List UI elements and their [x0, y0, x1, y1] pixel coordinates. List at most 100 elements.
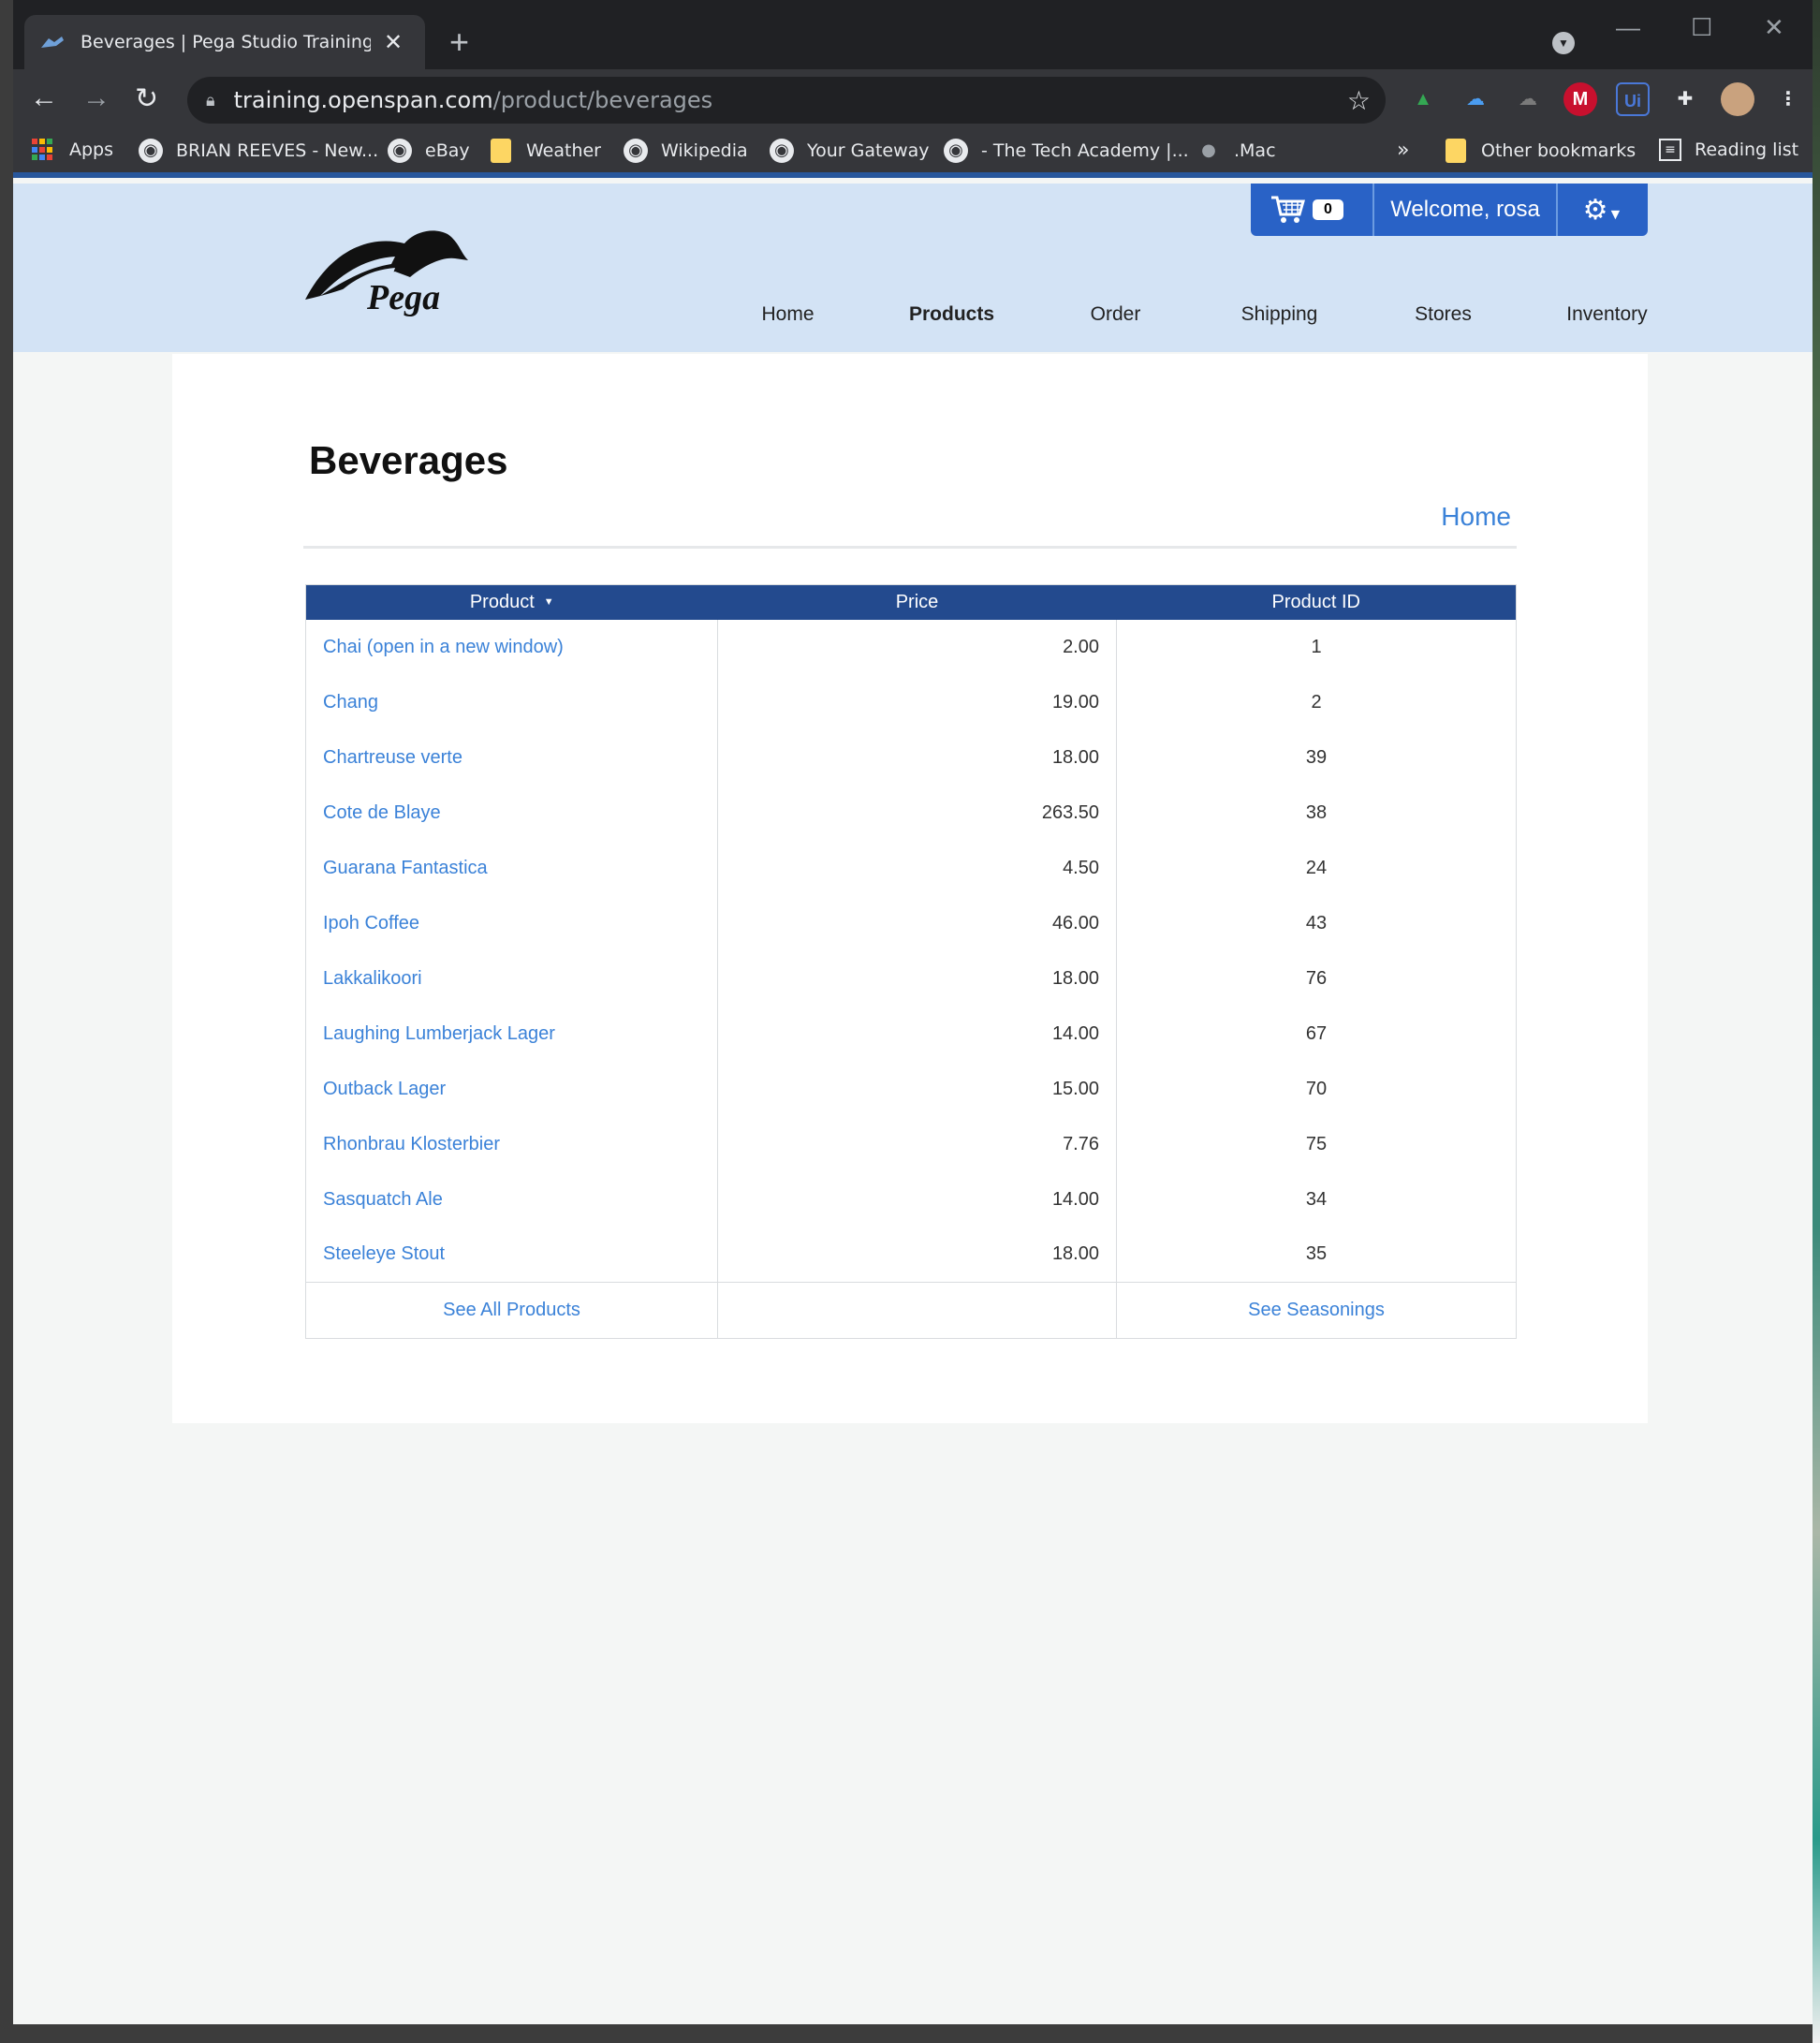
- product-id: 24: [1305, 857, 1328, 878]
- product-price: 19.00: [717, 674, 1117, 730]
- address-bar[interactable]: 🔒︎ training.openspan.com /product/bevera…: [187, 77, 1386, 124]
- close-window-button[interactable]: ✕: [1764, 13, 1784, 42]
- mcafee-icon[interactable]: M: [1563, 82, 1597, 116]
- extensions-puzzle-icon[interactable]: ✚: [1668, 82, 1702, 116]
- bookmark-star-icon[interactable]: ☆: [1347, 85, 1371, 116]
- table-row: Sasquatch Ale 14.00 34: [305, 1171, 1517, 1227]
- product-name-link[interactable]: Lakkalikoori: [305, 950, 718, 1007]
- forward-button[interactable]: →: [82, 82, 110, 114]
- url-path: /product/beverages: [492, 87, 713, 113]
- product-id: 35: [1305, 1243, 1328, 1265]
- product-id: 34: [1305, 1188, 1328, 1210]
- tab-close-icon[interactable]: ✕: [384, 29, 403, 56]
- site-header: Pega 0 Welcome, rosa ⚙▼ Home Products Or…: [13, 184, 1813, 352]
- product-name-link[interactable]: Cote de Blaye: [305, 785, 718, 841]
- bookmark-weather[interactable]: Weather: [491, 139, 601, 163]
- product-price: 14.00: [717, 1171, 1117, 1227]
- user-topbar: 0 Welcome, rosa ⚙▼: [1251, 184, 1648, 236]
- products-table: Product ▼ Price Product ID Chai (open in …: [305, 584, 1517, 1339]
- nav-home[interactable]: Home: [706, 303, 870, 326]
- reading-list[interactable]: ≡ Reading list: [1659, 139, 1798, 161]
- globe-icon: ◉: [770, 139, 794, 163]
- product-name-link[interactable]: Chai (open in a new window): [305, 619, 718, 675]
- globe-icon: ◉: [388, 139, 412, 163]
- main-content: Beverages Home Product ▼ Price Product ID…: [172, 354, 1648, 1423]
- minimize-button[interactable]: —: [1616, 13, 1640, 42]
- tab-search-icon[interactable]: ▼: [1552, 32, 1575, 54]
- product-name-link[interactable]: Laughing Lumberjack Lager: [305, 1006, 718, 1062]
- uipath-icon[interactable]: Ui: [1616, 82, 1650, 116]
- product-name-link[interactable]: Chang: [305, 674, 718, 730]
- settings-gear-icon[interactable]: ⚙▼: [1558, 194, 1648, 227]
- maximize-button[interactable]: ☐: [1691, 13, 1712, 42]
- see-all-products-link[interactable]: See All Products: [305, 1282, 718, 1339]
- product-name-link[interactable]: Sasquatch Ale: [305, 1171, 718, 1227]
- url-host: training.openspan.com: [233, 87, 493, 113]
- product-name-link[interactable]: Rhonbrau Klosterbier: [305, 1116, 718, 1172]
- product-id: 39: [1305, 746, 1328, 768]
- product-name-link[interactable]: Steeleye Stout: [305, 1227, 718, 1283]
- product-price: 46.00: [717, 895, 1117, 951]
- product-name-link[interactable]: Outback Lager: [305, 1061, 718, 1117]
- apps-grid-icon: [32, 139, 54, 161]
- table-row: Guarana Fantastica 4.50 24: [305, 840, 1517, 896]
- see-seasonings-link[interactable]: See Seasonings: [1116, 1282, 1517, 1339]
- column-header-product-id[interactable]: Product ID: [1116, 584, 1517, 620]
- home-link[interactable]: Home: [1441, 502, 1511, 532]
- nav-inventory[interactable]: Inventory: [1525, 303, 1689, 326]
- nav-shipping[interactable]: Shipping: [1197, 303, 1361, 326]
- bookmark-tech-academy[interactable]: ◉ - The Tech Academy |...: [944, 139, 1189, 163]
- bookmark-label: Wikipedia: [661, 140, 748, 161]
- table-row: Outback Lager 15.00 70: [305, 1061, 1517, 1117]
- column-header-price[interactable]: Price: [717, 584, 1117, 620]
- product-price: 7.76: [717, 1116, 1117, 1172]
- bookmark-label: eBay: [425, 140, 470, 161]
- bookmark-folder-icon: [491, 139, 511, 163]
- product-id: 67: [1305, 1022, 1328, 1044]
- other-bookmarks[interactable]: Other bookmarks: [1446, 139, 1636, 163]
- product-id: 75: [1305, 1133, 1328, 1154]
- active-tab[interactable]: Beverages | Pega Studio Training We ✕: [24, 15, 425, 69]
- product-price: 14.00: [717, 1006, 1117, 1062]
- nav-products[interactable]: Products: [870, 303, 1034, 326]
- product-price: 263.50: [717, 785, 1117, 841]
- product-id: 43: [1305, 912, 1328, 933]
- cloud-icon[interactable]: ☁: [1511, 82, 1545, 116]
- bookmark-ebay[interactable]: ◉ eBay: [388, 139, 470, 163]
- product-price: 2.00: [717, 619, 1117, 675]
- sort-arrow-icon: ▼: [543, 596, 554, 609]
- icloud-icon[interactable]: ☁: [1459, 82, 1492, 116]
- product-name-link[interactable]: Ipoh Coffee: [305, 895, 718, 951]
- bookmarks-overflow-button[interactable]: »: [1397, 139, 1409, 162]
- product-price: 18.00: [717, 729, 1117, 786]
- bookmark-label: Your Gateway: [807, 140, 930, 161]
- google-drive-icon[interactable]: ▲: [1406, 82, 1440, 116]
- product-name-link[interactable]: Guarana Fantastica: [305, 840, 718, 896]
- nav-stores[interactable]: Stores: [1361, 303, 1525, 326]
- table-row: Lakkalikoori 18.00 76: [305, 950, 1517, 1007]
- bookmark-mac[interactable]: ● .Mac: [1196, 139, 1276, 163]
- product-id: 76: [1305, 967, 1328, 989]
- tab-title: Beverages | Pega Studio Training We: [81, 32, 371, 52]
- product-name-link[interactable]: Chartreuse verte: [305, 729, 718, 786]
- product-id: 38: [1305, 801, 1328, 823]
- profile-avatar[interactable]: [1721, 82, 1754, 116]
- bookmark-label: BRIAN REEVES - New...: [176, 140, 379, 161]
- new-tab-button[interactable]: +: [449, 22, 469, 62]
- menu-kebab-icon[interactable]: ⋮: [1771, 82, 1805, 116]
- bookmark-brian-reeves[interactable]: ◉ BRIAN REEVES - New...: [139, 139, 378, 163]
- bookmark-apps[interactable]: Apps: [32, 139, 113, 161]
- table-row: Chartreuse verte 18.00 39: [305, 729, 1517, 786]
- reading-list-icon: ≡: [1659, 139, 1681, 161]
- back-button[interactable]: ←: [30, 82, 58, 114]
- pega-logo[interactable]: Pega: [301, 225, 479, 318]
- nav-order[interactable]: Order: [1034, 303, 1197, 326]
- bookmark-your-gateway[interactable]: ◉ Your Gateway: [770, 139, 930, 163]
- column-header-product[interactable]: Product ▼: [305, 584, 718, 620]
- lock-icon[interactable]: 🔒︎: [206, 91, 215, 110]
- cart-button[interactable]: 0: [1251, 184, 1374, 236]
- bookmark-label: .Mac: [1234, 140, 1276, 161]
- bookmark-wikipedia[interactable]: ◉ Wikipedia: [624, 139, 748, 163]
- reload-button[interactable]: ↻: [135, 82, 158, 115]
- other-bookmarks-label: Other bookmarks: [1481, 140, 1637, 161]
